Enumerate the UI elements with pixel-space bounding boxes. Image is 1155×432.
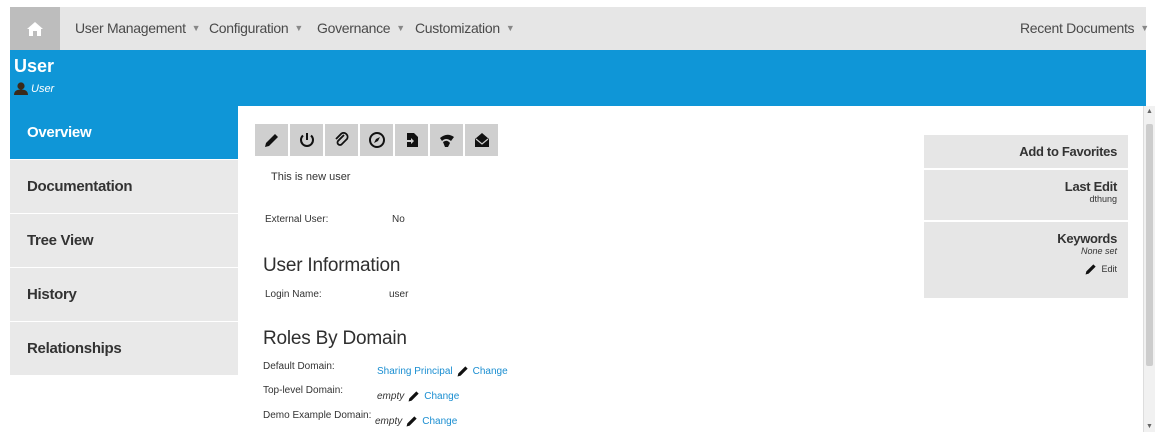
external-user-value: No (392, 214, 405, 225)
navigate-button[interactable] (360, 124, 393, 156)
pencil-icon (1086, 264, 1097, 275)
page-title: User (14, 56, 55, 76)
sidebar-item-documentation[interactable]: Documentation (10, 160, 238, 213)
nav-user-management-label: User Management (75, 20, 186, 36)
keywords-title: Keywords (1057, 231, 1117, 246)
last-edit-panel: Last Edit dthung (924, 170, 1128, 220)
login-name-label: Login Name: (265, 289, 322, 300)
chevron-down-icon: ▼ (505, 23, 515, 33)
user-information-heading: User Information (263, 255, 401, 276)
disable-button[interactable] (290, 124, 323, 156)
role-row-top-level: empty Change (377, 389, 459, 403)
sidebar-item-label: Documentation (27, 178, 133, 195)
nav-governance-label: Governance (317, 20, 391, 36)
nav-configuration[interactable]: Configuration ▼ (209, 20, 303, 36)
nav-configuration-label: Configuration (209, 20, 289, 36)
compass-icon (368, 132, 385, 148)
attach-button[interactable] (325, 124, 358, 156)
paperclip-icon (334, 132, 348, 146)
chevron-down-icon: ▼ (294, 23, 303, 33)
pencil-icon[interactable] (405, 414, 419, 428)
subscribe-button[interactable] (430, 124, 463, 156)
top-navigation-bar: User Management ▼ Configuration ▼ Governan… (0, 0, 1155, 50)
pencil-icon[interactable] (456, 364, 470, 378)
sidebar-item-relationships[interactable]: Relationships (10, 322, 238, 375)
home-button[interactable] (10, 7, 60, 50)
roles-by-domain-heading: Roles By Domain (263, 328, 407, 349)
pencil-icon[interactable] (407, 389, 421, 403)
role-row-demo-example: empty Change (375, 414, 457, 428)
nav-recent-documents-label: Recent Documents (1020, 20, 1135, 36)
sidebar-item-label: History (27, 286, 77, 303)
sidebar-item-tree-view[interactable]: Tree View (10, 214, 238, 267)
last-edit-title: Last Edit (1064, 179, 1118, 194)
email-button[interactable] (465, 124, 498, 156)
nav-recent-documents[interactable]: Recent Documents ▼ (1020, 20, 1149, 36)
add-to-favorites-button[interactable]: Add to Favorites (924, 135, 1128, 168)
change-link[interactable]: Change (424, 391, 459, 402)
chevron-down-icon: ▼ (191, 23, 201, 33)
scrollbar-thumb[interactable] (1146, 124, 1153, 366)
last-edit-user: dthung (1089, 194, 1117, 204)
login-name-value: user (389, 289, 409, 300)
role-domain-label: Demo Example Domain: (263, 410, 372, 421)
keywords-panel: Keywords None set Edit (924, 222, 1128, 298)
sidebar-item-label: Overview (27, 124, 92, 141)
subscribe-icon (439, 134, 454, 147)
scroll-up-arrow-icon[interactable]: ▲ (1146, 108, 1153, 115)
chevron-down-icon: ▼ (396, 23, 405, 33)
export-icon (404, 133, 418, 147)
sidebar-item-overview[interactable]: Overview (10, 106, 238, 159)
sidebar: Overview Documentation Tree View History… (10, 106, 238, 376)
keywords-edit-button[interactable]: Edit (924, 262, 1117, 276)
sidebar-item-label: Tree View (27, 232, 94, 249)
role-row-default: Sharing Principal Change (377, 364, 508, 378)
external-user-label: External User: (265, 214, 329, 225)
chevron-down-icon: ▼ (1140, 23, 1149, 33)
page-header: User User (10, 50, 1146, 106)
sidebar-item-label: Relationships (27, 340, 122, 357)
role-value: empty (377, 390, 405, 402)
nav-user-management[interactable]: User Management ▼ (75, 20, 201, 36)
sidebar-item-history[interactable]: History (10, 268, 238, 321)
user-icon (14, 82, 28, 95)
keywords-edit-label: Edit (1101, 264, 1117, 274)
nav-governance[interactable]: Governance ▼ (317, 20, 405, 36)
top-navigation-inner: User Management ▼ Configuration ▼ Governan… (10, 7, 1149, 50)
sharing-principal-link[interactable]: Sharing Principal (377, 366, 453, 377)
scroll-down-arrow-icon[interactable]: ▼ (1146, 423, 1153, 430)
description-text: This is new user (271, 171, 351, 183)
role-domain-label: Top-level Domain: (263, 385, 344, 396)
pencil-icon (264, 134, 278, 147)
edit-button[interactable] (255, 124, 288, 156)
role-value: empty (375, 415, 403, 427)
keywords-value: None set (1080, 246, 1117, 256)
power-icon (299, 133, 314, 147)
action-toolbar (255, 124, 498, 156)
add-to-favorites-label: Add to Favorites (1019, 144, 1117, 159)
page-subtitle: User (14, 82, 54, 95)
home-icon (27, 21, 43, 36)
nav-customization-label: Customization (415, 20, 500, 36)
change-link[interactable]: Change (422, 416, 457, 427)
nav-customization[interactable]: Customization ▼ (415, 20, 515, 36)
envelope-icon (474, 133, 489, 147)
vertical-scrollbar[interactable]: ▲ ▼ (1143, 106, 1155, 432)
role-domain-label: Default Domain: (263, 361, 335, 372)
export-button[interactable] (395, 124, 428, 156)
change-link[interactable]: Change (473, 366, 508, 377)
page-subtitle-text: User (31, 82, 55, 95)
